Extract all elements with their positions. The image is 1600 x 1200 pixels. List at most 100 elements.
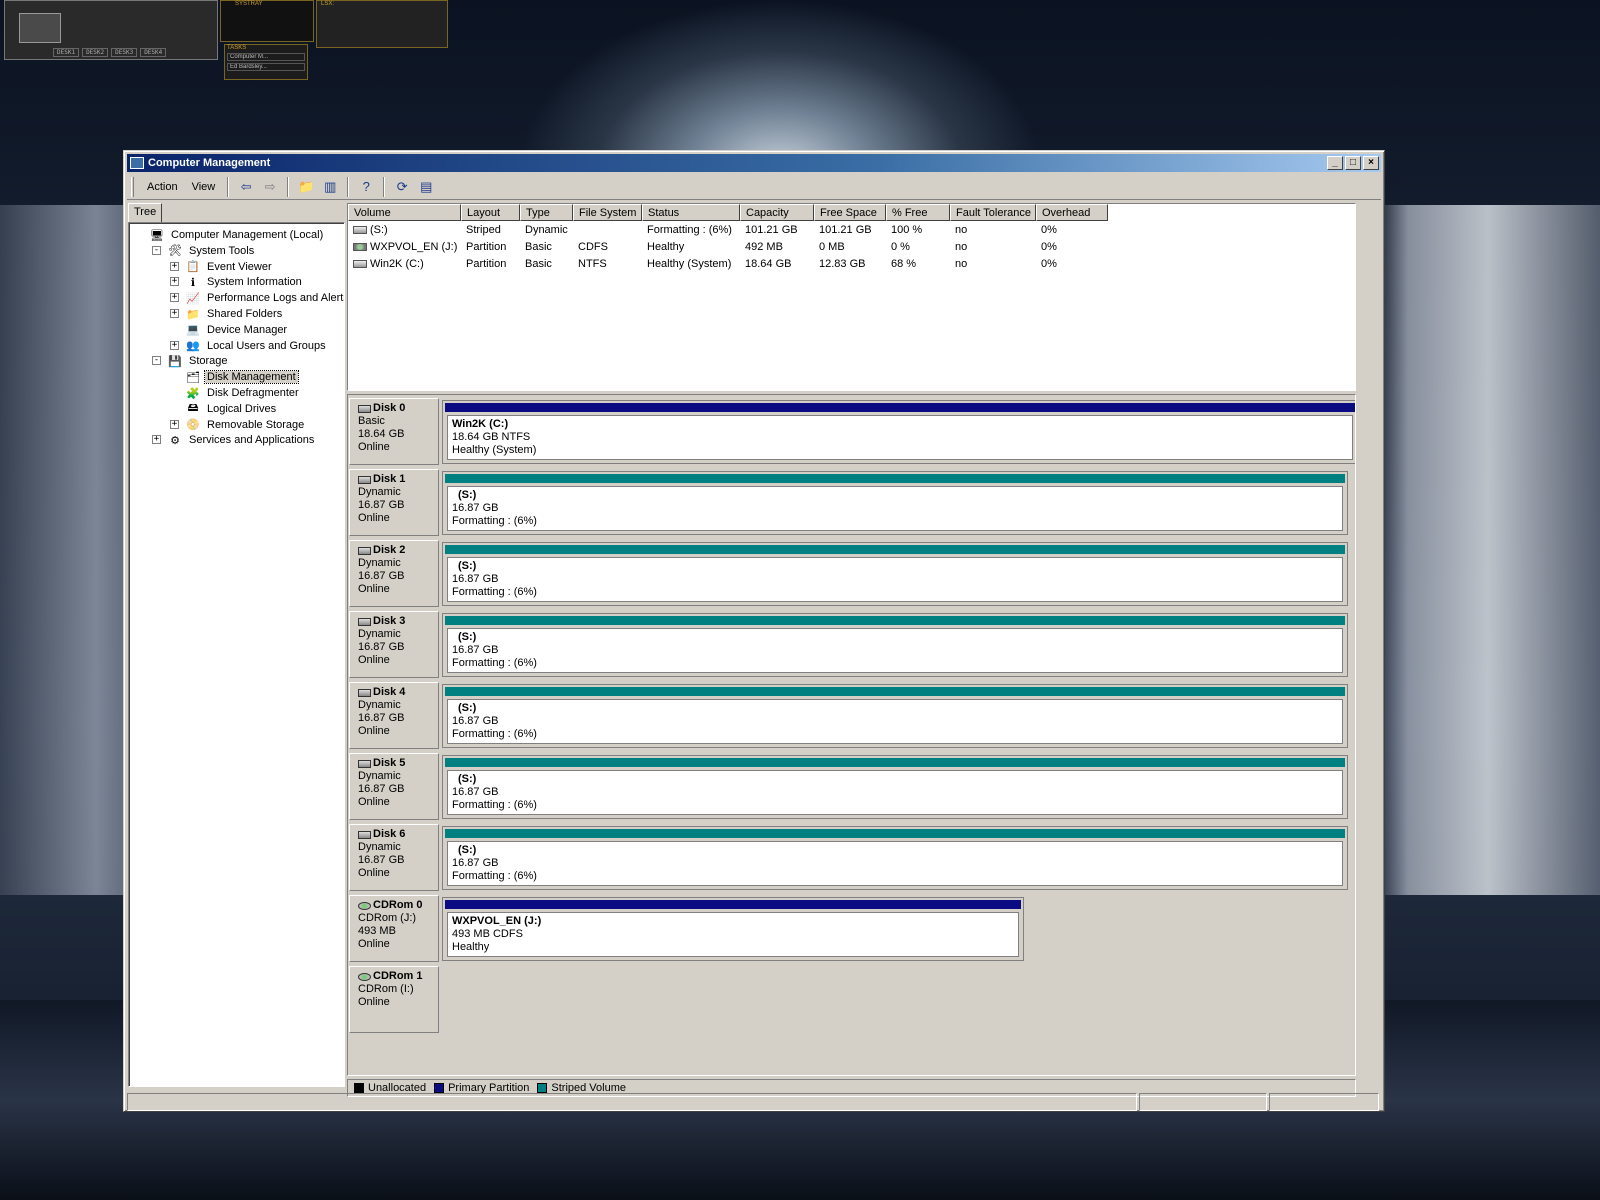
disk-label[interactable]: Disk 4 Dynamic 16.87 GB Online <box>349 682 439 749</box>
volume-block[interactable]: (S:) 16.87 GB Formatting : (6%) <box>442 684 1348 748</box>
task-second[interactable]: Ed Bardsley... <box>227 63 305 71</box>
table-row[interactable]: Win2K (C:) Partition Basic NTFS Healthy (Sys… <box>348 256 1108 273</box>
back-arrow-icon[interactable]: ⇦ <box>235 176 257 198</box>
disk-label[interactable]: CDRom 1 CDRom (I:) Online <box>349 966 439 1033</box>
volume-block[interactable]: (S:) 16.87 GB Formatting : (6%) <box>442 755 1348 819</box>
tree-item[interactable]: 🖴 Logical Drives <box>185 401 278 417</box>
expand-icon[interactable]: + <box>170 309 179 318</box>
minimize-button[interactable]: _ <box>1327 156 1343 170</box>
table-row[interactable]: WXPVOL_EN (J:) Partition Basic CDFS Healthy 4… <box>348 239 1108 256</box>
up-folder-icon[interactable]: 📁 <box>295 176 317 198</box>
disk-name-text: Disk 1 <box>373 473 406 485</box>
column-header[interactable]: Type <box>520 204 573 221</box>
toolbar-grip[interactable] <box>131 176 134 197</box>
column-header[interactable]: Capacity <box>740 204 814 221</box>
disk-name-text: Disk 4 <box>373 686 406 698</box>
action-menu[interactable]: Action <box>140 179 185 195</box>
volume-block[interactable]: Win2K (C:) 18.64 GB NTFS Healthy (System) <box>442 400 1355 464</box>
expand-icon[interactable]: + <box>170 419 179 429</box>
volume-list: Volume Layout Type File System Status Capacit… <box>347 203 1356 391</box>
console-tree[interactable]: 🖥 Computer Management (Local) - 🛠 System Too… <box>128 222 345 1087</box>
volume-size: 493 MB CDFS <box>452 928 523 940</box>
column-header[interactable]: Fault Tolerance <box>950 204 1036 221</box>
hard-drive-icon <box>358 830 371 839</box>
tree-item[interactable]: + 📋 Event Viewer <box>170 259 274 275</box>
status-pane-3 <box>1269 1093 1379 1111</box>
tree-item-label: Disk Management <box>204 370 299 385</box>
disk-row: CDRom 1 CDRom (I:) Online <box>348 965 1355 1035</box>
cell-text: no <box>955 258 968 270</box>
task-computer-management[interactable]: Computer M... <box>227 53 305 61</box>
maximize-button[interactable]: □ <box>1345 156 1361 170</box>
table-cell: 101.21 GB <box>740 222 814 239</box>
table-cell: Striped <box>461 222 520 239</box>
expand-icon[interactable]: + <box>152 435 161 445</box>
tree-item[interactable]: 🗂 Disk Management <box>185 369 299 385</box>
tree-item-label: System Information <box>207 276 302 289</box>
performance-logs-icon: 📈 <box>186 292 200 305</box>
tab-tree[interactable]: Tree <box>128 203 162 223</box>
properties-icon[interactable]: ▤ <box>415 176 437 198</box>
tree-item[interactable]: + 👥 Local Users and Groups <box>170 338 328 354</box>
disk-label[interactable]: Disk 3 Dynamic 16.87 GB Online <box>349 611 439 678</box>
expand-icon[interactable]: + <box>170 293 179 303</box>
tree-item[interactable]: + ℹ System Information <box>170 274 304 290</box>
tree-item[interactable]: - 💾 Storage <box>152 353 230 369</box>
volume-name: (S:) <box>458 489 477 501</box>
expand-icon[interactable]: + <box>170 340 179 350</box>
forward-arrow-icon[interactable]: ⇨ <box>259 176 281 198</box>
tree-item[interactable]: + 📁 Shared Folders <box>170 306 284 322</box>
volume-block[interactable]: WXPVOL_EN (J:) 493 MB CDFS Healthy <box>442 897 1024 961</box>
column-header[interactable]: Layout <box>461 204 520 221</box>
desk-1-button[interactable]: DESK1 <box>53 48 80 57</box>
expand-icon[interactable]: + <box>170 277 179 287</box>
volume-block[interactable]: (S:) 16.87 GB Formatting : (6%) <box>442 826 1348 890</box>
disk-label[interactable]: Disk 0 Basic 18.64 GB Online <box>349 398 439 465</box>
expand-icon[interactable]: + <box>170 261 179 271</box>
table-row[interactable]: (S:) Striped Dynamic Formatting : (6%) 101.2… <box>348 222 1108 239</box>
title-bar[interactable]: Computer Management _ □ × <box>127 154 1381 172</box>
disk-label[interactable]: Disk 2 Dynamic 16.87 GB Online <box>349 540 439 607</box>
table-cell: Healthy (System) <box>642 256 740 273</box>
volume-block[interactable]: (S:) 16.87 GB Formatting : (6%) <box>442 613 1348 677</box>
tree-item[interactable]: 💻 Device Manager <box>185 322 289 338</box>
tree-item[interactable]: + 📀 Removable Storage <box>170 417 306 433</box>
desk-3-button[interactable]: DESK3 <box>111 48 138 57</box>
disk-defragmenter-icon: 🧩 <box>186 387 200 400</box>
disk-label[interactable]: Disk 1 Dynamic 16.87 GB Online <box>349 469 439 536</box>
column-header[interactable]: Free Space <box>814 204 886 221</box>
disk-label[interactable]: Disk 5 Dynamic 16.87 GB Online <box>349 753 439 820</box>
column-header[interactable]: % Free <box>886 204 950 221</box>
volume-block[interactable]: (S:) 16.87 GB Formatting : (6%) <box>442 542 1348 606</box>
refresh-icon[interactable]: ⟳ <box>391 176 413 198</box>
close-button[interactable]: × <box>1363 156 1379 170</box>
show-hide-tree-icon[interactable]: ▥ <box>319 176 341 198</box>
tree-item[interactable]: - 🛠 System Tools <box>152 243 256 259</box>
volume-status: Healthy <box>452 941 490 953</box>
table-cell: 492 MB <box>740 239 814 256</box>
cell-text: 0% <box>1041 258 1057 270</box>
tree-item[interactable]: + 📈 Performance Logs and Alerts <box>170 290 344 306</box>
tree-item-label: Event Viewer <box>207 260 272 273</box>
collapse-icon[interactable]: - <box>152 356 161 366</box>
collapse-icon[interactable]: - <box>152 245 161 255</box>
column-header[interactable]: Status <box>642 204 740 221</box>
tree-item[interactable]: + ⚙ Services and Applications <box>152 432 316 448</box>
help-icon[interactable]: ? <box>355 176 377 198</box>
view-menu[interactable]: View <box>185 179 223 195</box>
desk-2-button[interactable]: DESK2 <box>82 48 109 57</box>
desktop-preview[interactable] <box>19 13 61 43</box>
tree-item[interactable]: 🖥 Computer Management (Local) <box>149 227 325 243</box>
desk-4-button[interactable]: DESK4 <box>140 48 167 57</box>
disk-label[interactable]: CDRom 0 CDRom (J:) 493 MB Online <box>349 895 439 962</box>
hard-drive-icon <box>358 617 371 626</box>
cell-text: Striped <box>466 224 501 236</box>
volume-block[interactable]: (S:) 16.87 GB Formatting : (6%) <box>442 471 1348 535</box>
column-header[interactable]: File System <box>573 204 642 221</box>
column-header[interactable]: Volume <box>348 204 461 221</box>
column-header[interactable]: Overhead <box>1036 204 1108 221</box>
disk-label[interactable]: Disk 6 Dynamic 16.87 GB Online <box>349 824 439 891</box>
table-cell: 0% <box>1036 222 1108 239</box>
toolbar-separator <box>347 176 350 197</box>
tree-item[interactable]: 🧩 Disk Defragmenter <box>185 385 301 401</box>
